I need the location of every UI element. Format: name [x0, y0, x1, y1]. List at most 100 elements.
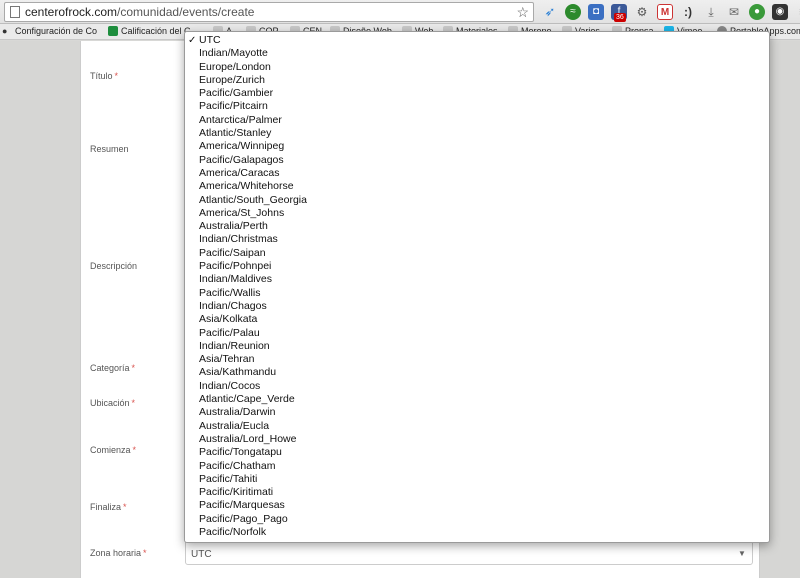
label-zona-horaria: Zona horaria *: [90, 548, 147, 558]
timezone-option[interactable]: Indian/Cocos: [185, 380, 769, 393]
timezone-option[interactable]: Atlantic/Stanley: [185, 127, 769, 140]
timezone-option[interactable]: Asia/Tehran: [185, 353, 769, 366]
timezone-option[interactable]: Pacific/Norfolk: [185, 526, 769, 539]
timezone-option[interactable]: Indian/Maldives: [185, 273, 769, 286]
timezone-option-label: Indian/Cocos: [199, 379, 261, 392]
timezone-option[interactable]: Australia/Eucla: [185, 420, 769, 433]
label-finaliza: Finaliza *: [90, 502, 127, 512]
bookmark-star-icon[interactable]: ☆: [516, 4, 529, 21]
evernote-icon[interactable]: ●: [749, 4, 765, 20]
apple-icon: ●: [2, 26, 8, 36]
timezone-option[interactable]: Pacific/Pago_Pago: [185, 513, 769, 526]
timezone-option-label: Pacific/Pitcairn: [199, 100, 268, 113]
menu-icon[interactable]: ≡: [795, 4, 800, 20]
zona-horaria-value: UTC: [191, 549, 212, 560]
page-icon: [10, 6, 20, 18]
timezone-option-label: Antarctica/Palmer: [199, 113, 282, 126]
timezone-option[interactable]: Pacific/Galapagos: [185, 154, 769, 167]
timezone-dropdown[interactable]: ✓ UTC Indian/Mayotte Europe/London Europe/Zu…: [184, 31, 770, 543]
timezone-option[interactable]: Pacific/Pitcairn: [185, 100, 769, 113]
spotify-icon[interactable]: ≈: [565, 4, 581, 20]
timezone-option[interactable]: Pacific/Pohnpei: [185, 260, 769, 273]
timezone-option-label: Australia/Lord_Howe: [199, 432, 297, 445]
timezone-option[interactable]: Indian/Christmas: [185, 233, 769, 246]
facebook-icon[interactable]: f 36: [611, 4, 627, 22]
timezone-option[interactable]: Pacific/Wallis: [185, 287, 769, 300]
timezone-option-label: Pacific/Pohnpei: [199, 260, 272, 273]
bookmark-item[interactable]: ● Configuración de Co: [2, 26, 97, 36]
label-categoria: Categoría *: [90, 363, 136, 373]
feather-icon[interactable]: ➶: [542, 4, 558, 20]
timezone-option-label: UTC: [199, 34, 221, 46]
readability-icon[interactable]: :): [680, 4, 696, 20]
timezone-option-label: Indian/Reunion: [199, 339, 270, 352]
url-text: centerofrock.com/comunidad/events/create: [25, 5, 255, 19]
timezone-option[interactable]: Pacific/Saipan: [185, 247, 769, 260]
timezone-option[interactable]: America/Winnipeg: [185, 140, 769, 153]
timezone-option[interactable]: Pacific/Marquesas: [185, 499, 769, 512]
timezone-option-label: Asia/Tehran: [199, 353, 255, 366]
timezone-option-label: Indian/Christmas: [199, 233, 278, 246]
timezone-option-label: Pacific/Galapagos: [199, 153, 284, 166]
timezone-option-label: Asia/Kathmandu: [199, 366, 277, 379]
timezone-option[interactable]: Antarctica/Palmer: [185, 114, 769, 127]
timezone-option-label: Pacific/Marquesas: [199, 499, 285, 512]
toggle-icon[interactable]: ◘: [588, 4, 604, 20]
timezone-option-label: America/Caracas: [199, 166, 280, 179]
timezone-option-label: Pacific/Gambier: [199, 87, 274, 100]
timezone-option[interactable]: Indian/Mayotte: [185, 47, 769, 60]
timezone-option[interactable]: Pacific/Chatham: [185, 460, 769, 473]
timezone-option-label: America/Winnipeg: [199, 140, 285, 153]
timezone-option-label: Atlantic/South_Georgia: [199, 193, 307, 206]
owl-icon[interactable]: ◉: [772, 4, 788, 20]
timezone-option-label: Australia/Perth: [199, 220, 268, 233]
bookmark-item[interactable]: Calificación del C: [108, 26, 191, 36]
timezone-option-label: Europe/Zurich: [199, 73, 265, 86]
timezone-option-label: Pacific/Saipan: [199, 246, 266, 259]
gmail-icon[interactable]: M: [657, 4, 673, 20]
address-bar[interactable]: centerofrock.com/comunidad/events/create…: [4, 2, 534, 22]
timezone-option[interactable]: Australia/Perth: [185, 220, 769, 233]
timezone-option[interactable]: Indian/Chagos: [185, 300, 769, 313]
timezone-option[interactable]: Europe/London: [185, 61, 769, 74]
timezone-option-label: Europe/London: [199, 60, 271, 73]
timezone-option-label: Pacific/Norfolk: [199, 525, 267, 538]
label-comienza: Comienza *: [90, 445, 137, 455]
label-descripcion: Descripción: [90, 261, 138, 271]
timezone-option[interactable]: Australia/Lord_Howe: [185, 433, 769, 446]
timezone-option[interactable]: America/St_Johns: [185, 207, 769, 220]
gear-icon[interactable]: ⚙: [634, 4, 650, 20]
checkmark-icon: ✓: [188, 35, 197, 46]
timezone-option[interactable]: ✓ UTC: [185, 34, 769, 47]
timezone-option[interactable]: Pacific/Tongatapu: [185, 446, 769, 459]
timezone-option-label: Pacific/Wallis: [199, 286, 261, 299]
timezone-option[interactable]: Europe/Zurich: [185, 74, 769, 87]
timezone-option-label: Indian/Maldives: [199, 273, 272, 286]
timezone-option-label: Asia/Kolkata: [199, 313, 258, 326]
timezone-option[interactable]: Atlantic/South_Georgia: [185, 194, 769, 207]
timezone-option[interactable]: Pacific/Tahiti: [185, 473, 769, 486]
timezone-option[interactable]: Pacific/Kiritimati: [185, 486, 769, 499]
timezone-option[interactable]: Pacific/Palau: [185, 327, 769, 340]
timezone-option-label: Pacific/Palau: [199, 326, 260, 339]
timezone-option[interactable]: Australia/Darwin: [185, 406, 769, 419]
timezone-option[interactable]: Atlantic/Cape_Verde: [185, 393, 769, 406]
chevron-down-icon: ▼: [738, 549, 746, 558]
timezone-option[interactable]: Pacific/Gambier: [185, 87, 769, 100]
timezone-option[interactable]: Indian/Reunion: [185, 340, 769, 353]
extension-icons: ➶ ≈ ◘ f36 ⚙ M :) ⤓ ✉ ● ◉ ≡: [542, 4, 800, 22]
timezone-option-label: Atlantic/Cape_Verde: [199, 393, 295, 406]
timezone-option-label: Indian/Chagos: [199, 299, 267, 312]
download-icon[interactable]: ⤓: [703, 4, 719, 20]
timezone-option-label: America/Whitehorse: [199, 180, 294, 193]
timezone-option-label: Pacific/Tongatapu: [199, 446, 282, 459]
timezone-option[interactable]: America/Whitehorse: [185, 180, 769, 193]
timezone-option[interactable]: Asia/Kathmandu: [185, 366, 769, 379]
timezone-option-label: Indian/Mayotte: [199, 47, 268, 60]
label-resumen: Resumen: [90, 144, 129, 154]
mail-icon[interactable]: ✉: [726, 4, 742, 20]
timezone-option[interactable]: Asia/Kolkata: [185, 313, 769, 326]
label-titulo: Título *: [90, 71, 119, 81]
timezone-option[interactable]: America/Caracas: [185, 167, 769, 180]
sheets-icon: [108, 26, 118, 36]
